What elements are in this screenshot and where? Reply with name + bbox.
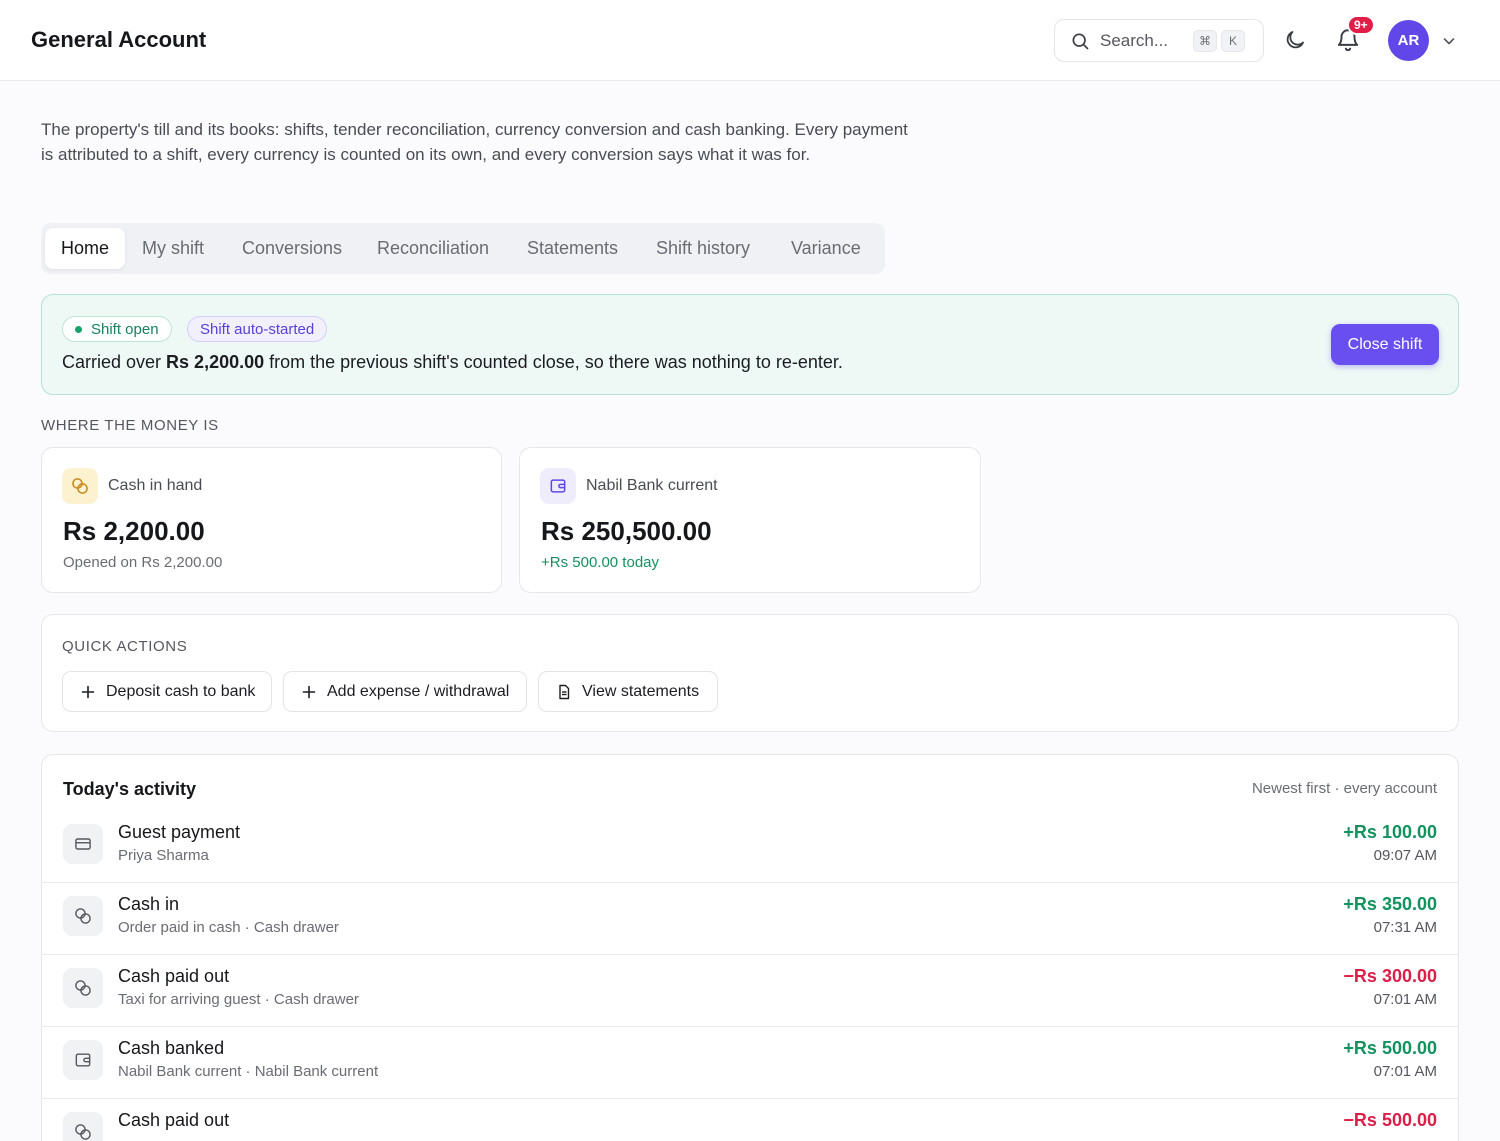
activity-amount: +Rs 500.00 — [1343, 1038, 1437, 1058]
close-shift-button[interactable]: Close shift — [1331, 324, 1439, 365]
tab-shift-history[interactable]: Shift history — [640, 228, 766, 269]
page-description: The property's till and its books: shift… — [41, 120, 908, 164]
top-bar: General Account Search... ⌘ K 9+ AR — [0, 0, 1500, 81]
activity-time: 09:07 AM — [1373, 847, 1437, 864]
activity-amount: −Rs 300.00 — [1343, 966, 1437, 986]
cash-in-hand-sub: Opened on Rs 2,200.00 — [63, 554, 223, 571]
shortcut-cmd-key: ⌘ — [1193, 30, 1217, 52]
coins-icon — [63, 968, 103, 1008]
moon-icon[interactable] — [1283, 28, 1307, 52]
bank-account-amount: Rs 250,500.00 — [541, 516, 712, 546]
cash-in-hand-card[interactable]: Cash in hand Rs 2,200.00 Opened on Rs 2,… — [41, 447, 502, 593]
activity-amount: +Rs 350.00 — [1343, 894, 1437, 914]
view-statements-button[interactable]: View statements — [538, 671, 718, 712]
tab-home[interactable]: Home — [45, 228, 126, 269]
carry-over-amount: Rs 2,200.00 — [166, 352, 265, 372]
tab-reconciliation[interactable]: Reconciliation — [361, 228, 505, 269]
tab-statements[interactable]: Statements — [511, 228, 634, 269]
tab-my-shift[interactable]: My shift — [126, 228, 220, 269]
shortcut-k-key: K — [1221, 30, 1245, 52]
deposit-cash-button[interactable]: Deposit cash to bank — [62, 671, 272, 712]
cash-in-hand-label: Cash in hand — [108, 477, 203, 494]
activity-time: 07:31 AM — [1373, 919, 1437, 936]
coins-icon — [63, 1112, 103, 1141]
tab-conversions[interactable]: Conversions — [226, 228, 358, 269]
tab-bar: Home My shift Conversions Reconciliation… — [41, 223, 885, 274]
activity-time: 07:01 AM — [1373, 991, 1437, 1008]
search-input[interactable]: Search... — [1100, 31, 1168, 51]
bank-account-label: Nabil Bank current — [586, 477, 718, 494]
search-box[interactable]: Search... ⌘ K — [1054, 19, 1264, 62]
coins-icon — [63, 896, 103, 936]
shift-open-label: Shift open — [91, 320, 159, 338]
notification-badge: 9+ — [1347, 15, 1375, 35]
bank-account-card[interactable]: Nabil Bank current Rs 250,500.00 +Rs 500… — [519, 447, 981, 593]
quick-actions-label: QUICK ACTIONS — [62, 638, 188, 655]
page-title: General Account — [31, 27, 207, 52]
plus-icon — [302, 685, 316, 698]
status-dot — [75, 325, 82, 333]
carry-over-text: Carried over Rs 2,200.00 from the previo… — [62, 352, 843, 372]
activity-row[interactable]: Cash in Order paid in cash · Cash drawer… — [42, 883, 1458, 955]
activity-row[interactable]: Cash banked Nabil Bank current · Nabil B… — [42, 1027, 1458, 1099]
quick-actions-panel: QUICK ACTIONS Deposit cash to bank Add e… — [41, 614, 1459, 732]
plus-icon — [81, 685, 95, 698]
shift-open-badge: Shift open — [62, 316, 172, 342]
shift-banner: Shift open Shift auto-started Carried ov… — [41, 294, 1459, 395]
cash-in-hand-amount: Rs 2,200.00 — [63, 516, 205, 546]
money-section-label: WHERE THE MONEY IS — [41, 417, 219, 434]
bank-account-sub: +Rs 500.00 today — [541, 554, 660, 571]
tab-variance[interactable]: Variance — [775, 228, 877, 269]
add-expense-button[interactable]: Add expense / withdrawal — [283, 671, 527, 712]
activity-amount: +Rs 100.00 — [1343, 822, 1437, 842]
document-icon — [559, 684, 570, 699]
wallet-icon — [63, 1040, 103, 1080]
card-icon — [63, 824, 103, 864]
chevron-down-icon[interactable] — [1441, 33, 1457, 49]
search-icon — [1072, 33, 1089, 49]
activity-sort-note: Newest first · every account — [1251, 780, 1437, 797]
activity-time: 07:01 AM — [1373, 1063, 1437, 1080]
avatar[interactable]: AR — [1388, 20, 1429, 61]
shift-auto-started-badge: Shift auto-started — [187, 316, 328, 342]
activity-title: Today's activity — [63, 779, 196, 799]
activity-amount: −Rs 500.00 — [1343, 1110, 1437, 1130]
activity-panel: Today's activity Newest first · every ac… — [41, 754, 1459, 1141]
activity-row[interactable]: Guest payment Priya Sharma +Rs 100.00 09… — [42, 811, 1458, 883]
wallet-icon — [540, 468, 576, 504]
activity-row[interactable]: Cash paid out Taxi for arriving guest · … — [42, 955, 1458, 1027]
coins-icon — [62, 468, 98, 504]
activity-row[interactable]: Cash paid out −Rs 500.00 — [42, 1099, 1458, 1141]
